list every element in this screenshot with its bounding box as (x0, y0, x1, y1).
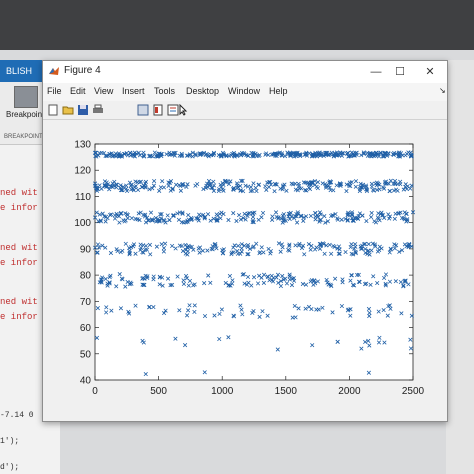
error-line: ned wit (0, 188, 38, 198)
menu-window[interactable]: Window (228, 86, 260, 96)
y-tick-label: 40 (80, 376, 92, 387)
maximize-button[interactable]: ☐ (389, 63, 411, 81)
close-button[interactable]: ✕ (419, 63, 441, 81)
error-line: ned wit (0, 297, 38, 307)
y-tick-label: 60 (80, 323, 92, 334)
x-tick-label: 2500 (402, 386, 425, 397)
figure-toolbar (43, 101, 447, 120)
y-tick-label: 120 (74, 166, 91, 177)
menu-tools[interactable]: Tools (154, 86, 175, 96)
error-line: ned wit (0, 243, 38, 253)
y-tick-label: 90 (80, 244, 92, 255)
code-line: -7.14 0 (0, 411, 34, 420)
window-title: Figure 4 (64, 65, 101, 76)
link-plot-icon[interactable] (137, 104, 149, 116)
matlab-logo-icon (48, 65, 60, 77)
code-line: 1'); (0, 437, 20, 446)
menu-file[interactable]: File (47, 86, 62, 96)
monitor-bezel (0, 0, 474, 52)
error-line: e infor (0, 203, 38, 213)
print-icon[interactable] (92, 104, 104, 116)
x-tick-label: 1000 (211, 386, 234, 397)
insert-colorbar-icon[interactable] (152, 104, 164, 116)
y-tick-label: 130 (74, 140, 91, 151)
breakpoints-icon[interactable] (14, 86, 38, 108)
plot-area: 40 50 60 70 80 90 100 110 120 130 0 500 1000 1500 2000… (43, 120, 447, 420)
dock-arrow-icon[interactable]: ↘ (439, 86, 446, 95)
error-line: e infor (0, 258, 38, 268)
y-tick-label: 50 (80, 349, 92, 360)
open-file-icon[interactable] (62, 104, 74, 116)
menu-view[interactable]: View (94, 86, 113, 96)
menu-bar: File Edit View Insert Tools Desktop Wind… (43, 83, 447, 101)
y-tick-label: 80 (80, 271, 92, 282)
y-tick-label: 110 (75, 192, 91, 203)
menu-help[interactable]: Help (269, 86, 288, 96)
new-figure-icon[interactable] (47, 104, 59, 116)
x-tick-label: 1500 (275, 386, 298, 397)
axes-box[interactable] (94, 143, 414, 381)
minimize-button[interactable]: — (365, 63, 387, 81)
x-tick-label: 2000 (338, 386, 361, 397)
figure-window[interactable]: Figure 4 — ☐ ✕ File Edit View Insert Too… (42, 60, 448, 422)
x-tick-label: 0 (92, 386, 98, 397)
edit-plot-icon[interactable] (177, 104, 189, 116)
breakpoints-section-label: BREAKPOINT (4, 134, 43, 140)
workspace-panel (446, 60, 474, 474)
x-tick-label: 500 (150, 386, 167, 397)
breakpoints-button-label[interactable]: Breakpoin (6, 110, 42, 119)
y-tick-label: 100 (74, 218, 91, 229)
error-line: e infor (0, 312, 38, 322)
scatter-chart[interactable]: 40 50 60 70 80 90 100 110 120 130 0 500 1000 1500 2000… (43, 120, 447, 420)
menu-desktop[interactable]: Desktop (186, 86, 219, 96)
save-icon[interactable] (77, 104, 89, 116)
code-line: d'); (0, 463, 20, 472)
menu-edit[interactable]: Edit (70, 86, 86, 96)
title-bar[interactable]: Figure 4 — ☐ ✕ (43, 61, 447, 83)
y-tick-label: 70 (80, 297, 92, 308)
menu-insert[interactable]: Insert (122, 86, 145, 96)
